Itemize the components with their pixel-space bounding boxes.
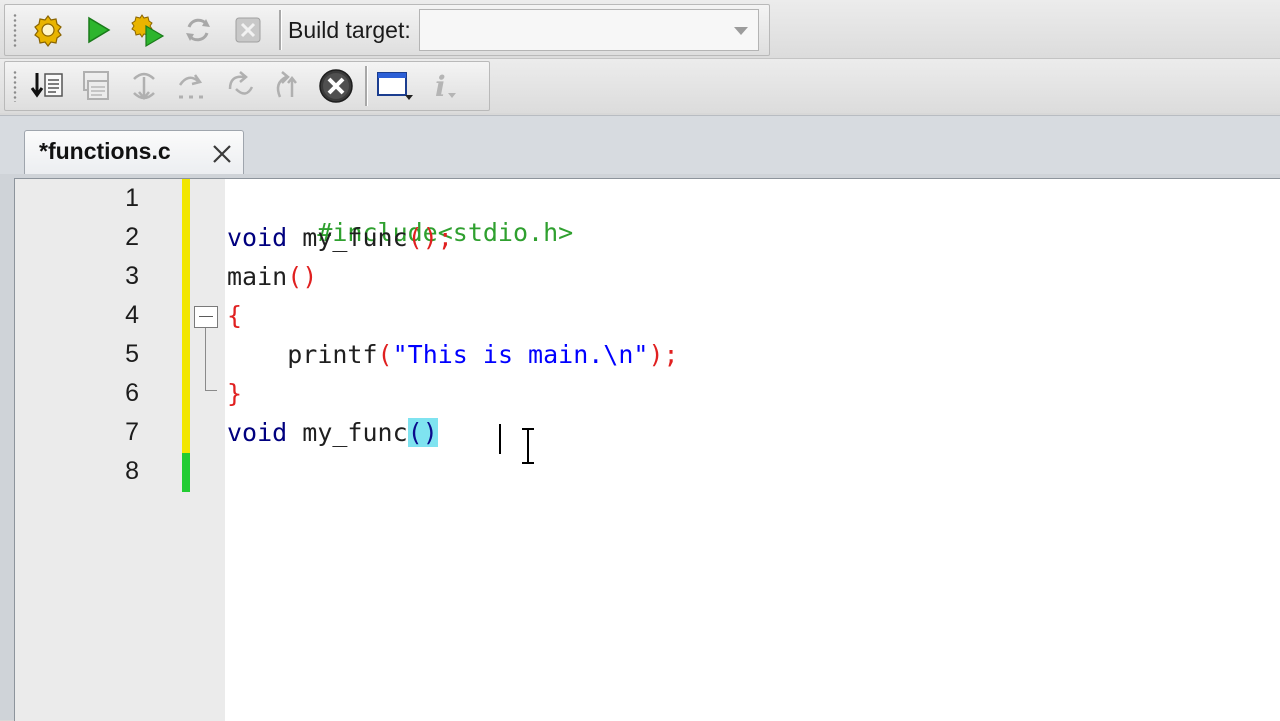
unsaved-change-marker [182, 453, 190, 492]
keyword: void [227, 223, 288, 252]
line-number: 4 [125, 301, 139, 329]
line-number-gutter: 1 2 3 4 5 6 7 8 [15, 179, 225, 721]
line-number: 7 [125, 418, 139, 446]
toolbar-separator [365, 66, 368, 106]
rebuild-button[interactable] [177, 10, 219, 50]
fold-guide-end [205, 390, 217, 391]
rebuild-icon [181, 13, 215, 47]
build-target-label: Build target: [288, 16, 411, 43]
step-out-button[interactable] [219, 66, 261, 106]
step-into-button[interactable] [123, 66, 165, 106]
step-into-file-icon [30, 69, 66, 103]
debug-continue-button[interactable] [75, 66, 117, 106]
code-line-5: printf("This is main.\n"); [227, 338, 679, 372]
tab-label: *functions.c [39, 138, 171, 164]
code-line-6: } [227, 377, 242, 411]
build-and-run-icon [130, 12, 166, 48]
fold-guide [205, 328, 206, 391]
run-icon [83, 15, 113, 45]
code-line-7: void my_func() [227, 416, 438, 450]
next-instruction-button[interactable] [267, 66, 309, 106]
debug-windows-icon [78, 69, 114, 103]
next-instruction-icon [270, 69, 306, 103]
svg-text:i: i [435, 70, 446, 103]
toolbar-row-top: Build target: [0, 0, 1280, 58]
build-settings-icon [31, 13, 65, 47]
identifier: printf [287, 340, 378, 369]
line-number: 2 [125, 223, 139, 251]
abort-button[interactable] [227, 10, 269, 50]
chevron-down-icon [733, 27, 748, 35]
code-line-4: { [227, 299, 242, 333]
debugging-windows-icon [375, 69, 415, 103]
debug-toolbar: i [4, 61, 490, 111]
run-button[interactable] [77, 10, 119, 50]
debugging-windows-button[interactable] [374, 66, 416, 106]
info-icon: i [426, 69, 460, 103]
line-number: 5 [125, 340, 139, 368]
line-number: 8 [125, 457, 139, 485]
string-literal: "This is main.\n" [392, 340, 649, 369]
toolbar-grip[interactable] [12, 13, 18, 47]
run-to-cursor-button[interactable] [27, 66, 69, 106]
toolbar-grip[interactable] [12, 70, 18, 102]
identifier: main [227, 262, 288, 291]
operator: ( [377, 340, 393, 369]
operator: ); [648, 340, 679, 369]
abort-icon [234, 16, 262, 44]
identifier: my_func [287, 223, 408, 252]
toolbar-row-bottom: i [0, 58, 1280, 113]
ibeam-cursor-icon [518, 427, 538, 465]
next-line-icon [174, 69, 210, 103]
build-and-run-button[interactable] [127, 10, 169, 50]
tab-functions-c[interactable]: *functions.c [24, 130, 244, 174]
build-button[interactable] [27, 10, 69, 50]
line-number: 3 [125, 262, 139, 290]
keyword: void [227, 418, 288, 447]
line-number: 1 [125, 184, 139, 212]
line-number: 6 [125, 379, 139, 407]
code-line-2: void my_func(); [227, 221, 453, 255]
step-into-icon [126, 69, 162, 103]
stop-debugger-icon [317, 67, 355, 105]
build-toolbar: Build target: [4, 4, 770, 56]
saved-change-marker [182, 179, 190, 453]
operator: (); [407, 223, 453, 252]
brace-match-highlight: () [407, 418, 438, 447]
code-line-3: main() [227, 260, 317, 294]
next-line-button[interactable] [171, 66, 213, 106]
editor-tab-bar: *functions.c [0, 115, 1280, 174]
code-editor[interactable]: 1 2 3 4 5 6 7 8 #include<stdio.h> void m… [14, 178, 1280, 721]
toolbar-separator [279, 10, 282, 50]
build-target-dropdown[interactable] [418, 9, 759, 51]
editor-panel: *functions.c 1 2 3 4 5 6 7 8 #include<st… [0, 115, 1280, 721]
close-icon[interactable] [211, 143, 233, 165]
identifier: my_func [287, 418, 408, 447]
step-out-icon [222, 69, 258, 103]
stop-debugger-button[interactable] [315, 66, 357, 106]
various-info-button[interactable]: i [422, 66, 464, 106]
text-caret [499, 424, 501, 454]
fold-collapse-icon[interactable] [194, 306, 218, 328]
operator: { [227, 301, 243, 330]
operator: () [287, 262, 318, 291]
code-line-1: #include<stdio.h> [227, 182, 573, 247]
operator: } [227, 379, 243, 408]
